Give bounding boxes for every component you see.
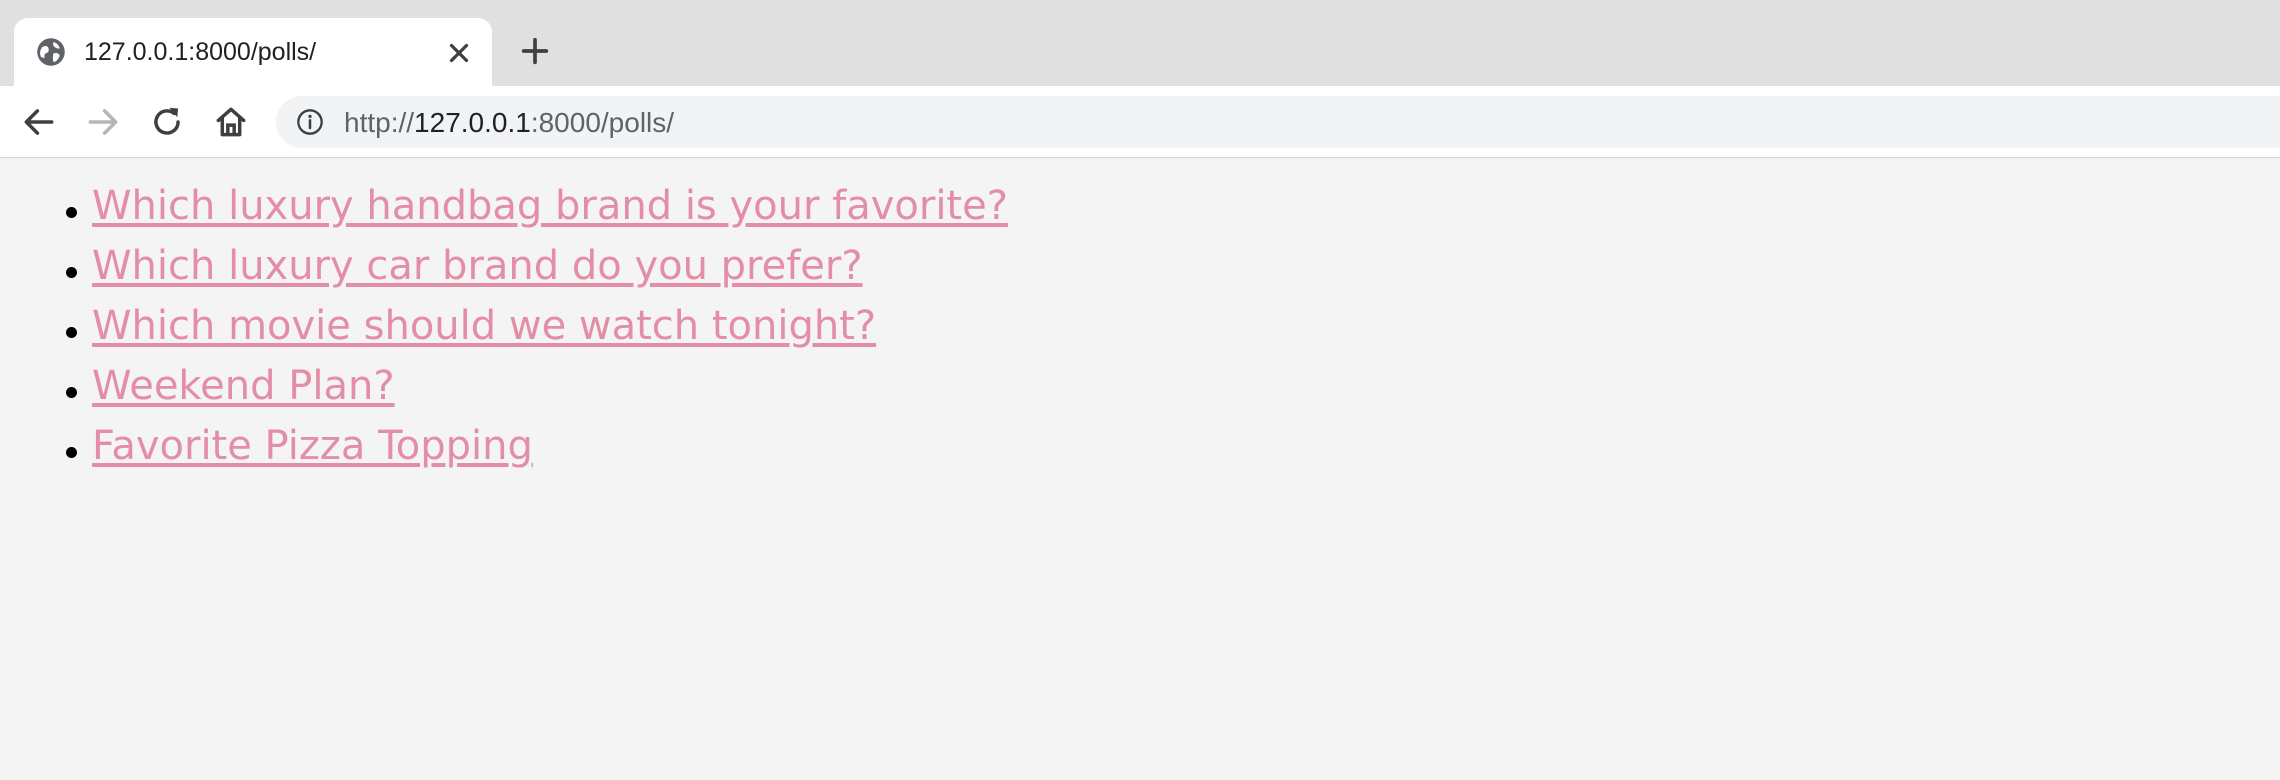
list-item: Which movie should we watch tonight? — [60, 301, 1008, 361]
poll-link[interactable]: Which luxury car brand do you prefer? — [92, 243, 863, 289]
poll-link[interactable]: Weekend Plan? — [92, 363, 395, 409]
list-item: Favorite Pizza Topping — [60, 421, 1008, 481]
browser-toolbar: http://127.0.0.1:8000/polls/ — [0, 86, 2280, 158]
info-icon[interactable] — [296, 108, 324, 136]
home-icon[interactable] — [212, 103, 250, 141]
poll-link[interactable]: Which movie should we watch tonight? — [92, 303, 876, 349]
url-path: :8000/polls/ — [530, 107, 675, 138]
arrow-right-icon[interactable] — [84, 103, 122, 141]
tab-title: 127.0.0.1:8000/polls/ — [84, 38, 317, 66]
url-text: http://127.0.0.1:8000/polls/ — [344, 107, 674, 139]
poll-link[interactable]: Favorite Pizza Topping — [92, 423, 533, 469]
page-content: Which luxury handbag brand is your favor… — [0, 159, 2280, 780]
list-item: Weekend Plan? — [60, 361, 1008, 421]
plus-icon[interactable] — [518, 34, 552, 68]
list-item: Which luxury handbag brand is your favor… — [60, 181, 1008, 241]
url-scheme: http:// — [344, 107, 415, 138]
tab-strip: 127.0.0.1:8000/polls/ — [0, 0, 2280, 86]
address-bar[interactable]: http://127.0.0.1:8000/polls/ — [276, 96, 2280, 148]
close-icon[interactable] — [444, 38, 474, 68]
poll-link[interactable]: Which luxury handbag brand is your favor… — [92, 183, 1008, 229]
arrow-left-icon[interactable] — [20, 103, 58, 141]
globe-icon — [37, 38, 65, 66]
url-host: 127.0.0.1 — [414, 107, 531, 138]
browser-tab[interactable]: 127.0.0.1:8000/polls/ — [14, 18, 492, 86]
list-item: Which luxury car brand do you prefer? — [60, 241, 1008, 301]
poll-list: Which luxury handbag brand is your favor… — [60, 181, 1008, 481]
reload-icon[interactable] — [148, 103, 186, 141]
